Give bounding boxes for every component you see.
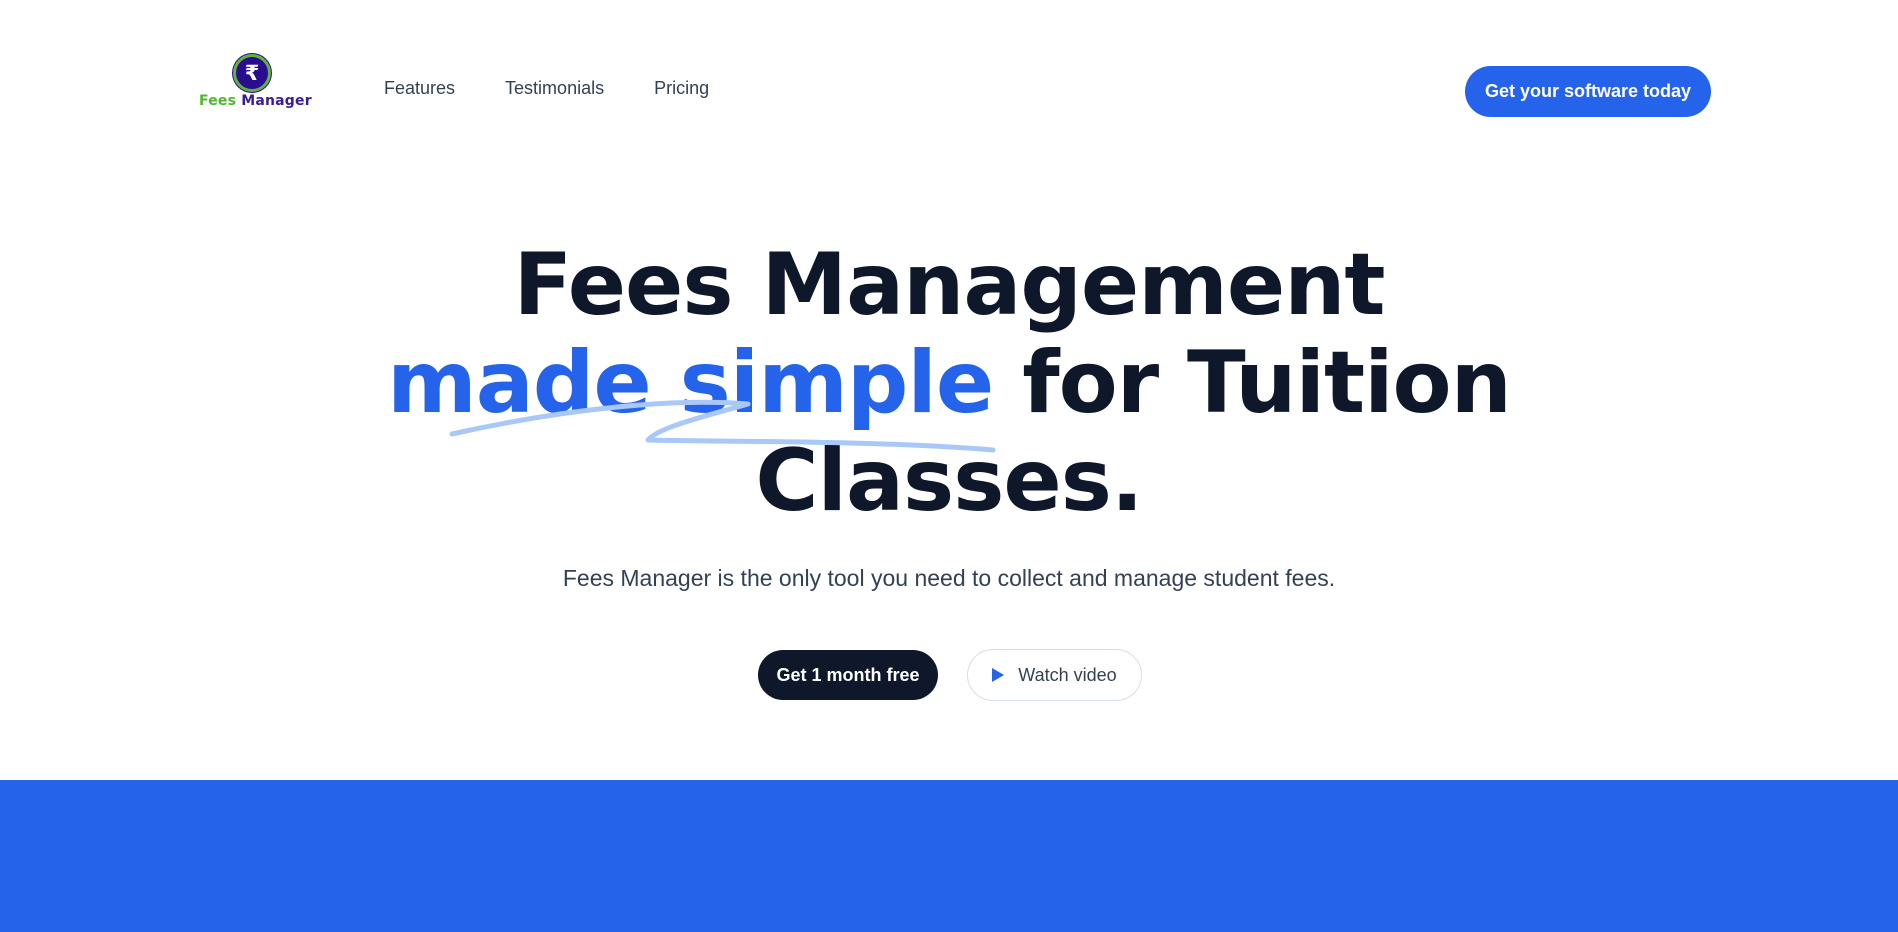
nav-item-testimonials[interactable]: Testimonials (505, 78, 604, 99)
logo-word-manager: Manager (241, 93, 312, 109)
hero-title-line-1: Fees Management (513, 235, 1385, 335)
hero-title-line-3: Classes. (755, 431, 1143, 531)
hero-title: Fees Management made simple for Tuition … (0, 236, 1898, 530)
landing-page: ₹ Fees Manager Features Testimonials Pri… (0, 0, 1898, 932)
watch-video-label: Watch video (1018, 664, 1117, 685)
hero-title-line-2-rest: for Tuition (993, 333, 1512, 433)
site-header: ₹ Fees Manager Features Testimonials Pri… (0, 0, 1898, 180)
watch-video-button[interactable]: Watch video (967, 649, 1142, 701)
play-icon (992, 668, 1005, 682)
blue-feature-band (0, 780, 1898, 932)
hero-subtitle: Fees Manager is the only tool you need t… (562, 565, 1336, 591)
logo-wordmark: Fees Manager (199, 93, 312, 109)
hero-title-accent: made simple (387, 333, 994, 433)
hero-title-line-2: made simple for Tuition (0, 334, 1898, 432)
logo[interactable]: ₹ Fees Manager (199, 52, 312, 112)
nav-item-pricing[interactable]: Pricing (654, 78, 709, 99)
main-nav: Features Testimonials Pricing (384, 78, 759, 99)
get-free-month-button[interactable]: Get 1 month free (758, 650, 938, 700)
rupee-icon: ₹ (233, 54, 271, 92)
get-software-button[interactable]: Get your software today (1465, 66, 1711, 117)
nav-item-features[interactable]: Features (384, 78, 455, 99)
logo-word-fees: Fees (199, 93, 237, 109)
